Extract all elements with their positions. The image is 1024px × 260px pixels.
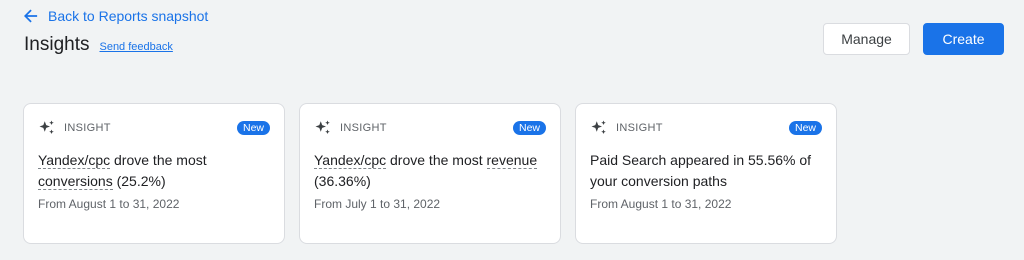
title-row: Insights Send feedback — [24, 34, 173, 56]
insight-text: Yandex/cpc drove the most conversions (2… — [38, 150, 272, 192]
sparkle-icon — [39, 120, 54, 134]
insight-card[interactable]: INSIGHT New Yandex/cpc drove the most co… — [23, 103, 285, 244]
insight-card[interactable]: INSIGHT New Paid Search appeared in 55.5… — [575, 103, 837, 244]
dimension-term[interactable]: Yandex/cpc — [38, 152, 111, 169]
new-badge: New — [236, 121, 270, 135]
insight-card[interactable]: INSIGHT New Yandex/cpc drove the most re… — [299, 103, 561, 244]
new-badge: New — [512, 121, 546, 135]
page-title: Insights — [24, 34, 90, 55]
card-header: INSIGHT New — [590, 118, 822, 138]
insight-label: INSIGHT — [64, 122, 111, 134]
dimension-term[interactable]: Yandex/cpc — [314, 152, 387, 169]
insight-text-part: (25.2%) — [112, 173, 166, 189]
insight-text-part: drove the most — [386, 152, 487, 168]
metric-term[interactable]: revenue — [486, 152, 538, 169]
create-button[interactable]: Create — [923, 23, 1004, 55]
back-to-reports-link[interactable]: Back to Reports snapshot — [24, 6, 208, 26]
sparkle-icon — [591, 120, 606, 134]
insight-text: Yandex/cpc drove the most revenue (36.36… — [314, 150, 548, 192]
card-header: INSIGHT New — [38, 118, 270, 138]
manage-button[interactable]: Manage — [823, 23, 910, 55]
back-link-label: Back to Reports snapshot — [48, 8, 209, 24]
insight-label: INSIGHT — [340, 122, 387, 134]
card-header: INSIGHT New — [314, 118, 546, 138]
new-badge: New — [788, 121, 822, 135]
insights-page: Back to Reports snapshot Insights Send f… — [0, 0, 1024, 260]
send-feedback-link[interactable]: Send feedback — [99, 41, 172, 53]
insight-text-part: (36.36%) — [314, 173, 371, 189]
metric-term[interactable]: conversions — [38, 173, 113, 190]
insight-date-range: From August 1 to 31, 2022 — [38, 197, 180, 211]
insight-date-range: From July 1 to 31, 2022 — [314, 197, 441, 211]
insight-text-part: drove the most — [110, 152, 207, 168]
sparkle-icon — [315, 120, 330, 134]
insight-label: INSIGHT — [616, 122, 663, 134]
back-arrow-icon — [24, 9, 38, 23]
insight-text: Paid Search appeared in 55.56% of your c… — [590, 152, 812, 189]
insight-date-range: From August 1 to 31, 2022 — [590, 197, 732, 211]
